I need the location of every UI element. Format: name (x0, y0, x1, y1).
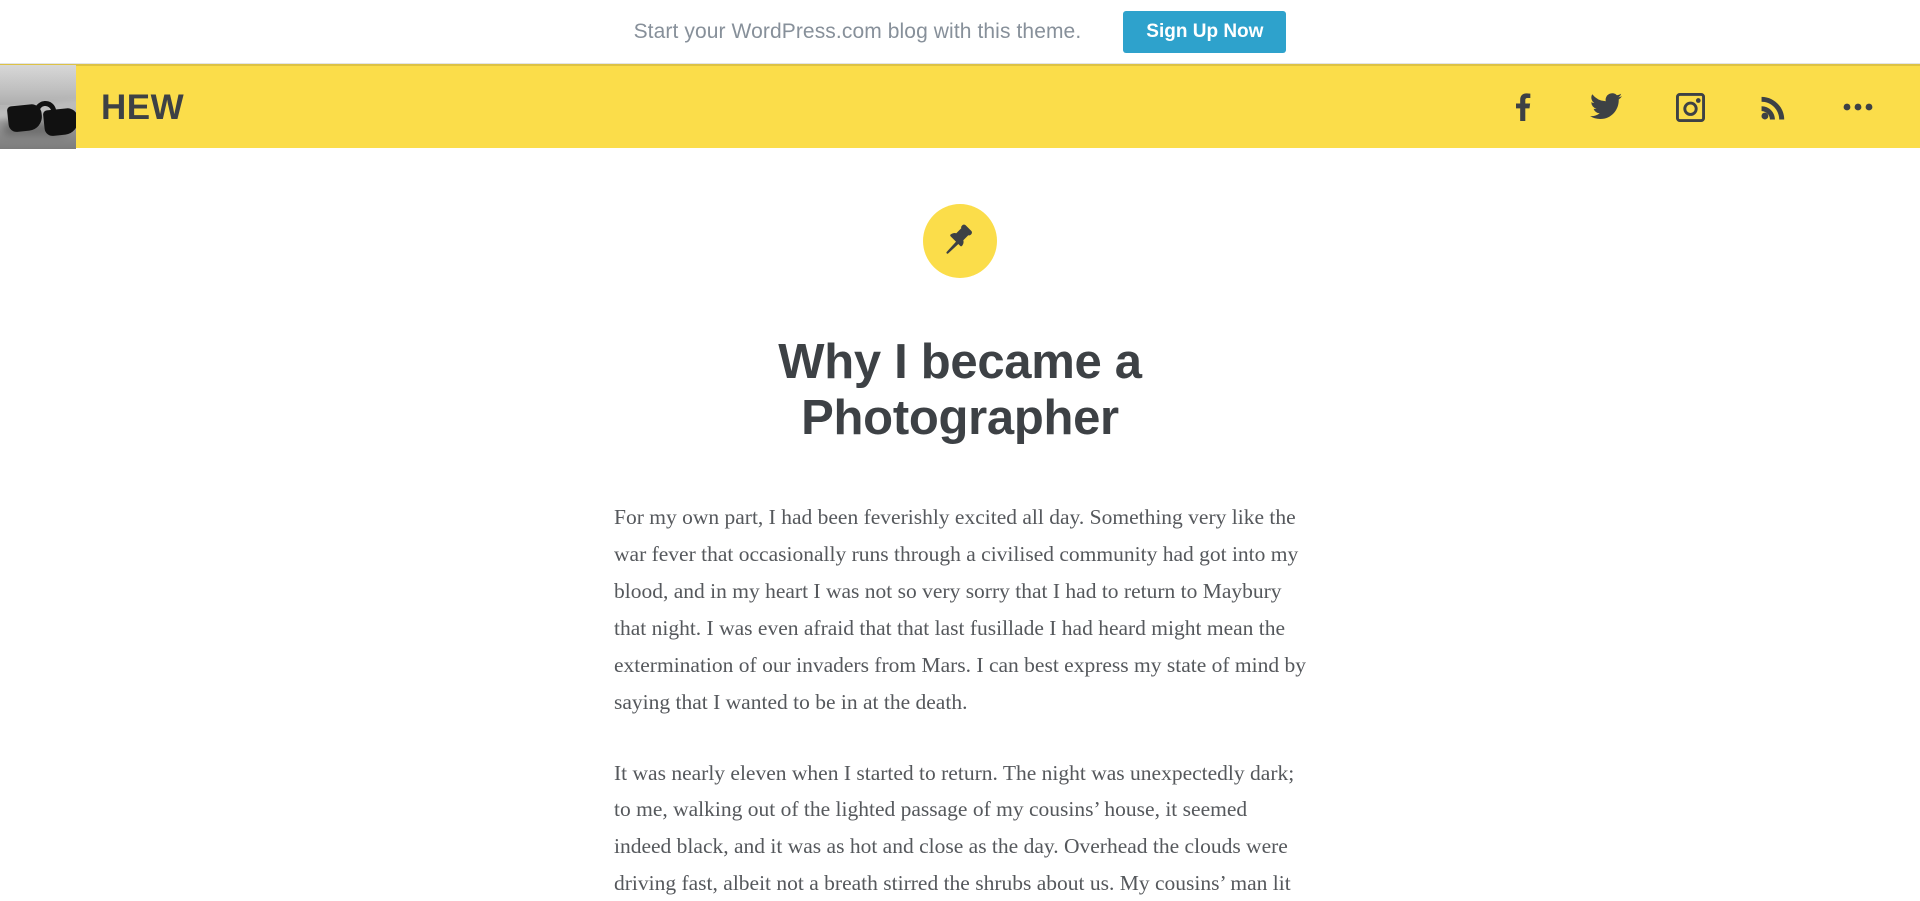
post-content: For my own part, I had been feverishly e… (614, 499, 1306, 901)
social-link-facebook[interactable] (1480, 65, 1564, 149)
twitter-icon (1590, 93, 1622, 121)
social-link-twitter[interactable] (1564, 65, 1648, 149)
sunglasses-icon (4, 99, 76, 137)
social-navigation (1480, 65, 1920, 149)
promo-text: Start your WordPress.com blog with this … (633, 19, 1082, 43)
wordpress-promo-bar: Start your WordPress.com blog with this … (0, 0, 1920, 64)
header-thumbnail-image (0, 65, 76, 149)
post-paragraph: It was nearly eleven when I started to r… (614, 760, 1295, 896)
site-title[interactable]: HEW (101, 90, 184, 125)
post-title: Why I became a Photographer (778, 335, 1142, 446)
social-link-rss[interactable] (1732, 65, 1816, 149)
facebook-icon (1510, 92, 1534, 122)
sticky-post-badge (923, 204, 997, 278)
post-paragraph: For my own part, I had been feverishly e… (614, 504, 1306, 714)
pushpin-icon (943, 222, 977, 261)
site-header: HEW (0, 64, 1920, 149)
ellipsis-icon (1843, 102, 1873, 112)
instagram-icon (1675, 92, 1705, 122)
main-content: Why I became a Photographer For my own p… (0, 148, 1920, 901)
sunglasses-right-lens (42, 107, 76, 137)
sign-up-now-button[interactable]: Sign Up Now (1123, 10, 1287, 53)
social-link-more[interactable] (1816, 65, 1900, 149)
post-article: Why I became a Photographer For my own p… (614, 148, 1306, 901)
social-link-instagram[interactable] (1648, 65, 1732, 149)
rss-icon (1761, 94, 1787, 120)
